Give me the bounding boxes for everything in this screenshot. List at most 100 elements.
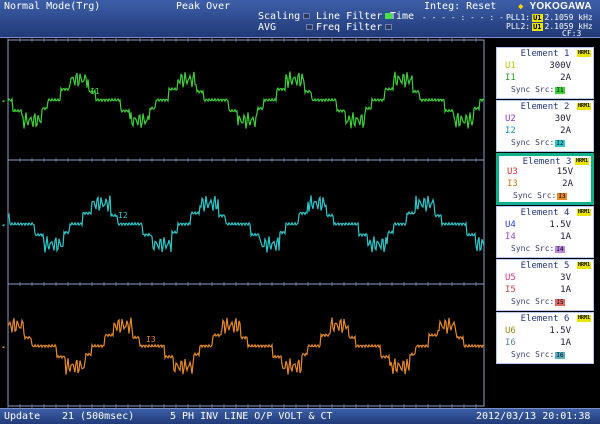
trace-marker-1: ◂ [1,97,5,105]
yokogawa-logo-icon: ◆ [518,2,524,12]
trace-marker-3: ◂ [1,343,5,351]
avg-label: AVG [258,22,277,33]
sync-source-label: Sync Src: [511,138,555,147]
integration-status: Integ: Reset [424,1,497,12]
current-channel: I4 [505,232,516,242]
sync-source-label: Sync Src: [513,191,557,200]
trace-label-i1: I1 [90,87,100,96]
waveform-trace-1 [7,71,485,129]
brand-logo: ◆ YOKOGAWA [518,1,592,13]
hrm-tag: HRM1 [576,262,591,269]
integration-time: - - - - : - - : - - [422,13,514,22]
element-2-box[interactable]: Element 2 HRM1 U2 30V I2 2A Sync Src: I2 [496,100,594,152]
current-range: I1 2A [505,73,591,83]
current-channel: I5 [505,285,516,295]
voltage-range: U6 1.5V [505,326,591,336]
sync-source: Sync Src: I1 [511,85,565,94]
crest-factor: CF:3 [562,29,582,38]
sync-source-label: Sync Src: [511,297,555,306]
sync-source: Sync Src: I3 [513,191,567,200]
update-count: 21 (500msec) [62,411,135,422]
top-status-bar: Normal Mode(Trg) Peak Over Scaling AVG L… [0,0,600,38]
sync-source-tag: I1 [555,87,565,94]
current-range: I4 1A [505,232,591,242]
sync-source-tag: I4 [555,246,565,253]
sync-source-tag: I5 [555,299,565,306]
voltage-range-value: 15V [556,167,573,177]
current-channel: I3 [507,179,518,189]
traces: ◂ ◂ ◂ [1,71,485,375]
trace-label-i3: I3 [146,335,156,344]
voltage-range-value: 30V [554,114,571,124]
bottom-status-bar: Update 21 (500msec) 5 PH INV LINE O/P VO… [0,408,600,424]
hrm-tag: HRM1 [576,209,591,216]
hrm-tag: HRM1 [576,315,591,322]
voltage-channel: U6 [505,326,516,336]
voltage-range: U1 300V [505,61,591,71]
sync-source: Sync Src: I4 [511,244,565,253]
element-3-box[interactable]: Element 3 HRM1 U3 15V I3 2A Sync Src: I3 [496,153,594,205]
trace-marker-2: ◂ [1,221,5,229]
current-range-value: 2A [560,73,571,83]
peak-over-indicator: Peak Over [176,1,231,12]
voltage-range: U3 15V [507,167,593,177]
voltage-range-value: 1.5V [549,220,571,230]
voltage-range-value: 1.5V [549,326,571,336]
hrm-tag: HRM1 [574,158,589,165]
freq-filter-label: Freq Filter [316,22,383,33]
element-4-box[interactable]: Element 4 HRM1 U4 1.5V I4 1A Sync Src: I4 [496,206,594,258]
element-6-box[interactable]: Element 6 HRM1 U6 1.5V I6 1A Sync Src: I6 [496,312,594,364]
pll2-source-tag: U1 [532,22,543,31]
current-range-value: 1A [560,285,571,295]
averaging-indicator: AVG [258,22,314,33]
scaling-label: Scaling [258,11,301,22]
sync-source-tag: I6 [555,352,565,359]
scaling-led-icon [303,13,311,19]
time-label: Time [390,11,415,22]
current-range-value: 2A [562,179,573,189]
waveform-trace-3 [7,317,485,375]
line-filter-indicator: Line Filter [316,11,393,22]
voltage-range-value: 3V [560,273,571,283]
sync-source-tag: I3 [557,193,567,200]
sync-source-label: Sync Src: [511,350,555,359]
current-channel: I2 [505,126,516,136]
element-5-box[interactable]: Element 5 HRM1 U5 3V I5 1A Sync Src: I5 [496,259,594,311]
current-channel: I1 [505,73,516,83]
current-range: I2 2A [505,126,591,136]
current-range-value: 1A [560,338,571,348]
pll1-readout: PLL1: U1 2.1059 kHz [506,13,593,22]
pll1-frequency: 2.1059 kHz [544,13,593,22]
sync-source: Sync Src: I6 [511,350,565,359]
update-label: Update [4,411,41,422]
voltage-range: U4 1.5V [505,220,591,230]
voltage-range-value: 300V [549,61,571,71]
voltage-channel: U2 [505,114,516,124]
voltage-channel: U3 [507,167,518,177]
sync-source-label: Sync Src: [511,85,555,94]
scaling-indicator: Scaling [258,11,311,22]
date-time: 2012/03/13 20:01:38 [476,411,591,422]
current-channel: I6 [505,338,516,348]
sync-source-tag: I2 [555,140,565,147]
voltage-channel: U4 [505,220,516,230]
voltage-range: U5 3V [505,273,591,283]
element-1-box[interactable]: Element 1 HRM1 U1 300V I1 2A Sync Src: I1 [496,47,594,99]
sync-source: Sync Src: I2 [511,138,565,147]
voltage-channel: U1 [505,61,516,71]
current-range: I5 1A [505,285,591,295]
pll1-source-tag: U1 [532,13,543,22]
current-range-value: 1A [560,232,571,242]
trace-labels: I1 I2 I3 [90,87,156,344]
pll2-label: PLL2: [506,22,531,31]
line-filter-label: Line Filter [316,11,383,22]
voltage-range: U2 30V [505,114,591,124]
waveform-trace-2 [7,195,485,253]
hrm-tag: HRM1 [576,50,591,57]
hrm-tag: HRM1 [576,103,591,110]
voltage-channel: U5 [505,273,516,283]
brand-name: YOKOGAWA [529,1,592,12]
current-range-value: 2A [560,126,571,136]
trace-label-i2: I2 [118,211,128,220]
waveform-canvas: ◂ ◂ ◂ I1 I2 I3 [1,38,485,408]
